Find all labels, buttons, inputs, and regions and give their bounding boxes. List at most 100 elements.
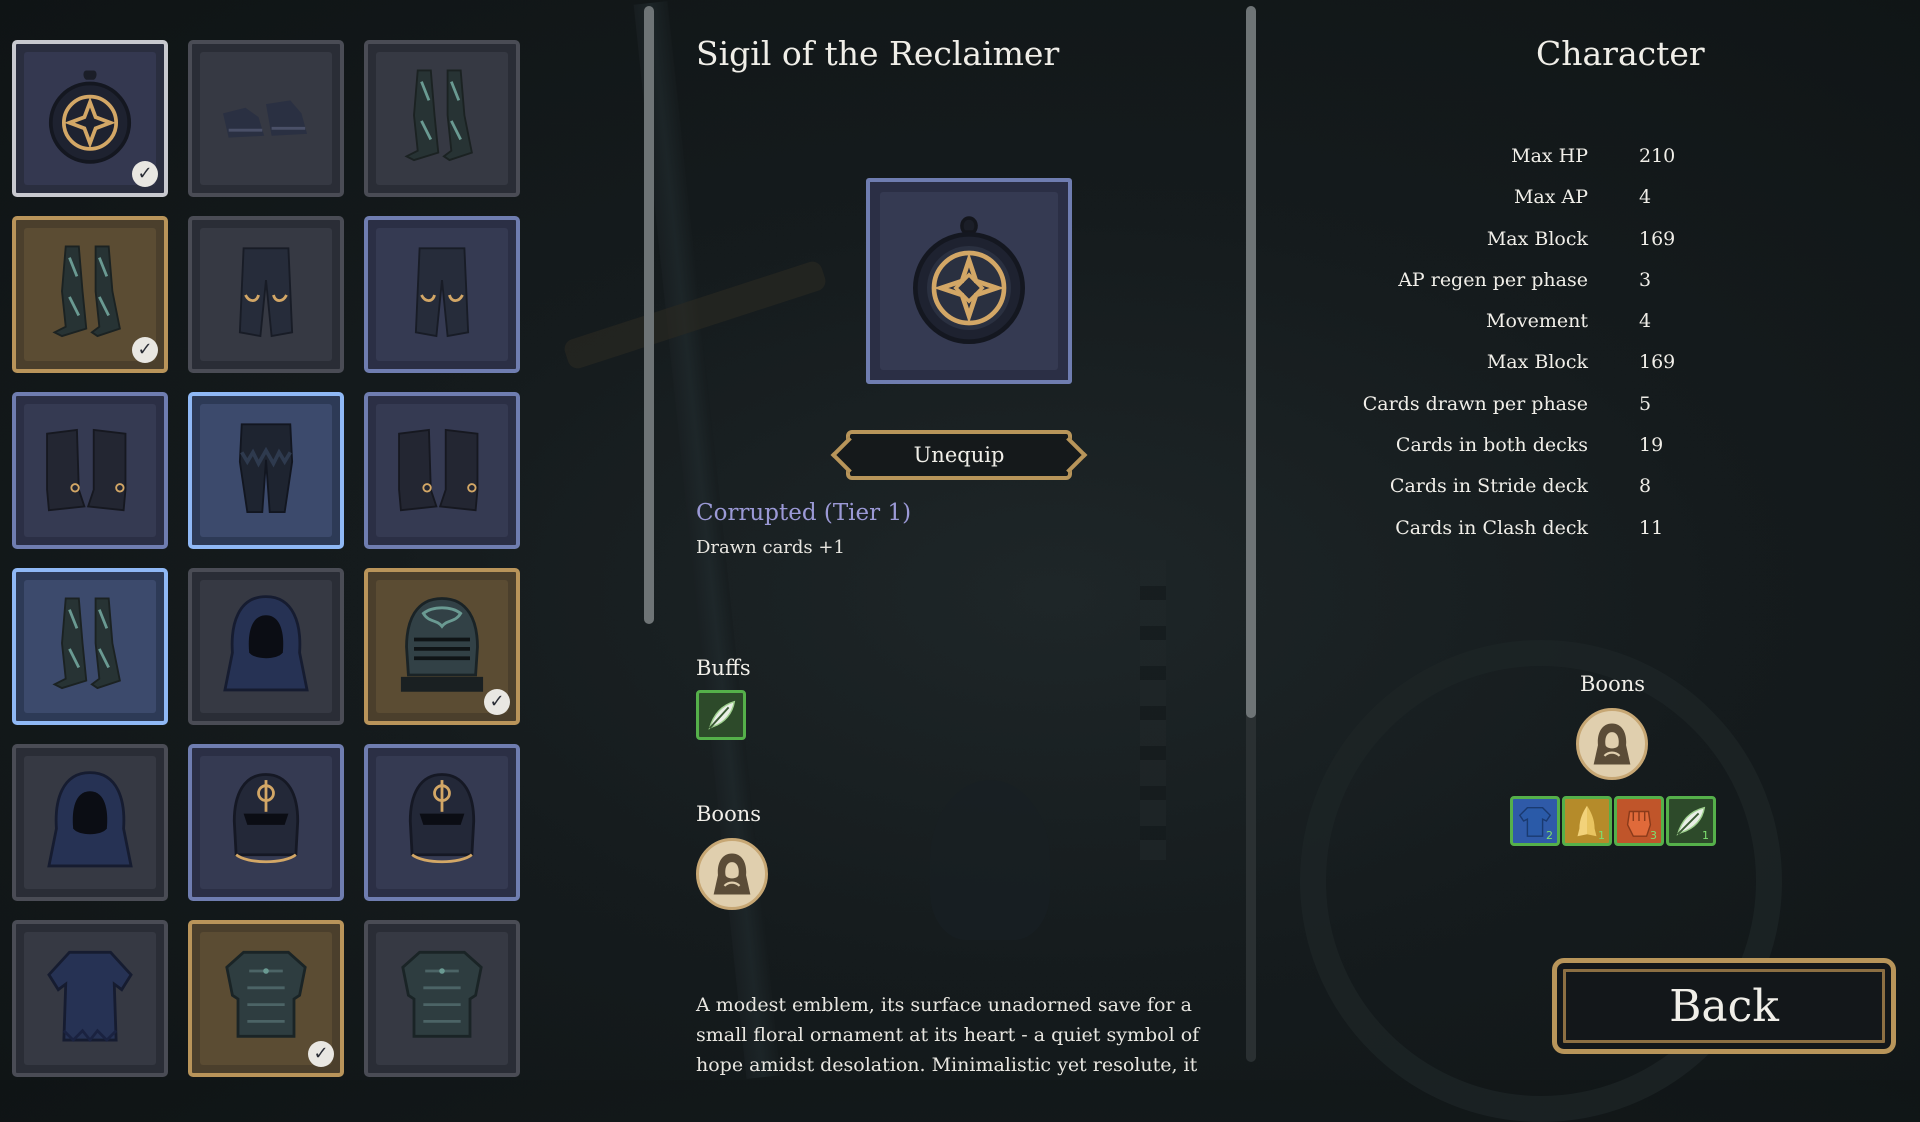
greaves-icon <box>52 597 121 689</box>
boon-badge-count: 3 <box>1650 829 1657 842</box>
inventory-slot-inner <box>200 580 332 713</box>
detail-scrollbar[interactable] <box>1246 6 1256 1062</box>
background-bottle <box>930 780 1050 940</box>
knight-helmet-icon <box>232 772 300 863</box>
stat-label: Movement <box>1485 310 1588 333</box>
inventory-slot[interactable]: ✓ <box>188 920 344 1077</box>
inventory-slot[interactable] <box>12 568 168 725</box>
inventory-slot[interactable] <box>188 568 344 725</box>
stat-value: 19 <box>1639 434 1664 457</box>
background-chain <box>1140 560 1166 860</box>
pendant-icon <box>880 192 1058 370</box>
stat-row: Max Block 169 <box>1300 228 1700 269</box>
inventory-slot-inner <box>200 404 332 537</box>
boon-badge[interactable]: 1 <box>1666 796 1716 846</box>
tunic-icon <box>47 950 133 1042</box>
inventory-slot-inner <box>376 52 508 185</box>
pants-icon <box>414 246 470 337</box>
greaves-icon <box>404 69 473 161</box>
character-boon-badges: 2 1 3 1 <box>1510 796 1716 846</box>
boots-icon <box>398 428 479 511</box>
detail-scrollbar-thumb[interactable] <box>1246 6 1256 718</box>
inventory-slot-inner <box>376 228 508 361</box>
inventory-slot-inner <box>200 52 332 185</box>
inventory-slot[interactable] <box>12 392 168 549</box>
stat-row: Cards in Stride deck 8 <box>1300 475 1700 516</box>
pendant-icon <box>48 69 132 164</box>
inventory-slot[interactable]: ✓ <box>12 40 168 197</box>
inventory-slot[interactable] <box>364 920 520 1077</box>
equipped-check-icon: ✓ <box>308 1041 334 1067</box>
inventory-slot-inner <box>24 404 156 537</box>
stat-value: 3 <box>1639 268 1652 291</box>
boon-badge[interactable]: 3 <box>1614 796 1664 846</box>
buff-feather-button[interactable] <box>696 690 746 740</box>
inventory-slot[interactable] <box>364 216 520 373</box>
item-title: Sigil of the Reclaimer <box>696 34 1060 73</box>
item-preview <box>866 178 1072 384</box>
stat-value: 210 <box>1639 145 1676 167</box>
stat-row: AP regen per phase 3 <box>1300 269 1700 310</box>
boon-badge[interactable]: 2 <box>1510 796 1560 846</box>
inventory-slot[interactable] <box>188 744 344 901</box>
stat-value: 169 <box>1639 351 1676 374</box>
hooded-figure-icon <box>1593 723 1631 765</box>
inventory-slot-inner <box>24 756 156 889</box>
unequip-label: Unequip <box>913 443 1005 467</box>
stat-label: Max HP <box>1511 145 1588 167</box>
stat-label: Cards in both decks <box>1395 434 1588 457</box>
stat-value: 11 <box>1639 516 1664 539</box>
hooded-figure-icon <box>713 853 751 895</box>
detail-boon-button[interactable] <box>696 838 768 910</box>
corrupted-effect: Drawn cards +1 <box>696 537 845 558</box>
character-boon-button[interactable] <box>1576 708 1648 780</box>
inventory-slot-inner <box>376 404 508 537</box>
stat-row: Cards in Clash deck 11 <box>1300 517 1700 558</box>
stat-label: AP regen per phase <box>1398 268 1588 291</box>
stat-row: Max AP 4 <box>1300 186 1700 227</box>
inventory-slot[interactable] <box>364 40 520 197</box>
character-stats: Max HP 210 Max AP 4 Max Block 169 AP regen per… <box>1300 145 1700 558</box>
boon-badge-count: 1 <box>1598 829 1605 842</box>
inventory-slot[interactable] <box>12 920 168 1077</box>
equipped-check-icon: ✓ <box>484 689 510 715</box>
buffs-label: Buffs <box>696 656 751 680</box>
inventory-slot[interactable] <box>364 744 520 901</box>
boon-badge-count: 1 <box>1702 829 1709 842</box>
ornate-helmet-icon <box>400 596 484 692</box>
unequip-button[interactable]: Unequip <box>846 430 1072 480</box>
inventory-slot[interactable] <box>188 392 344 549</box>
inventory-scrollbar-thumb[interactable] <box>644 6 654 624</box>
stat-value: 169 <box>1639 227 1676 250</box>
background-sword-guard <box>561 259 829 371</box>
hood-icon <box>223 594 309 691</box>
stat-label: Cards in Stride deck <box>1389 475 1588 498</box>
chest-armor-icon <box>401 950 483 1038</box>
boots-icon <box>46 428 127 511</box>
inventory-slot-inner <box>376 756 508 889</box>
inventory-slot[interactable]: ✓ <box>364 568 520 725</box>
stat-row: Movement 4 <box>1300 310 1700 351</box>
back-button[interactable]: Back <box>1552 958 1896 1054</box>
inventory-grid: ✓ ✓ ✓ ✓ <box>12 40 532 1077</box>
chest-armor-icon <box>225 950 307 1038</box>
item-description: A modest emblem, its surface unadorned s… <box>696 994 1200 1076</box>
inventory-slot[interactable] <box>364 392 520 549</box>
boon-badge[interactable]: 1 <box>1562 796 1612 846</box>
stat-row: Max Block 169 <box>1300 351 1700 392</box>
hood-icon <box>47 770 133 867</box>
inventory-slot[interactable] <box>188 40 344 197</box>
shoes-icon <box>223 99 308 138</box>
stat-label: Max Block <box>1486 227 1588 250</box>
stat-value: 5 <box>1639 392 1652 415</box>
inventory-slot[interactable] <box>188 216 344 373</box>
inventory-slot[interactable] <box>12 744 168 901</box>
inventory-slot[interactable]: ✓ <box>12 216 168 373</box>
inventory-slot-inner <box>24 932 156 1065</box>
inventory-scrollbar[interactable] <box>644 6 654 624</box>
corrupted-tier-label: Corrupted (Tier 1) <box>696 500 912 526</box>
boon-badge-count: 2 <box>1546 829 1553 842</box>
knight-helmet-icon <box>408 772 476 863</box>
stat-value: 8 <box>1639 475 1652 498</box>
equipped-check-icon: ✓ <box>132 337 158 363</box>
